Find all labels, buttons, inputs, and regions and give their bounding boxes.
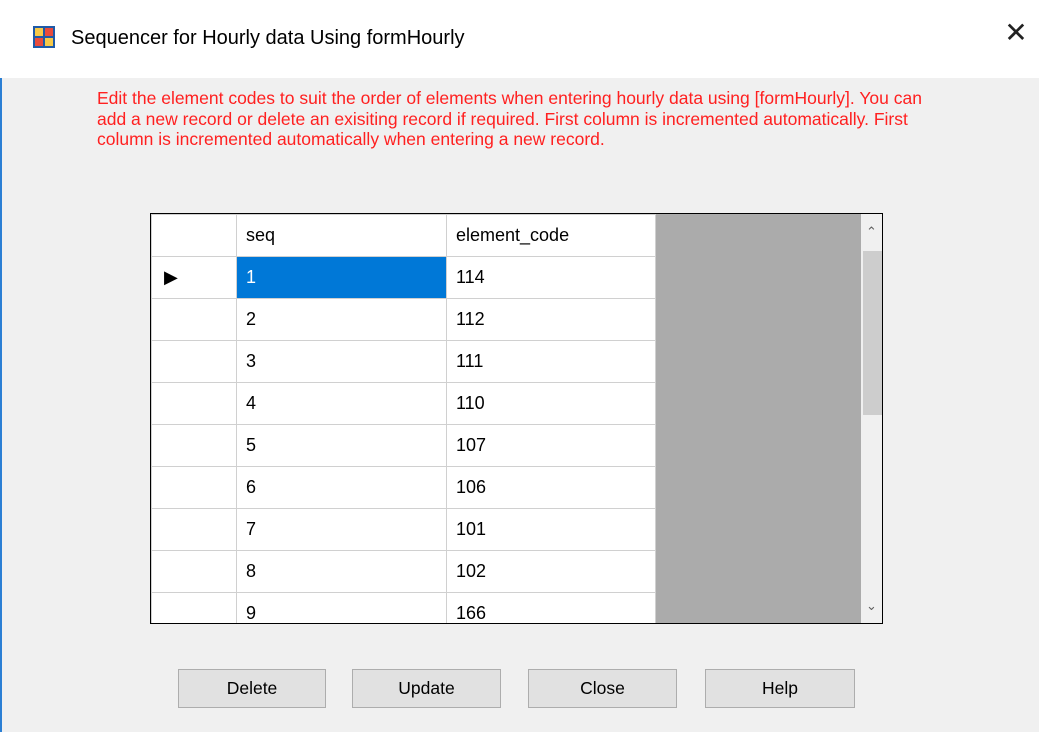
row-header[interactable] (151, 592, 237, 623)
element-code-cell[interactable]: 111 (446, 340, 656, 383)
row-header[interactable] (151, 298, 237, 341)
seq-cell[interactable]: 2 (236, 298, 447, 341)
element-code-cell[interactable]: 166 (446, 592, 656, 623)
row-header[interactable] (151, 550, 237, 593)
column-header-element-code[interactable]: element_code (446, 214, 656, 257)
vertical-scrollbar[interactable]: ⌃ ⌄ (861, 214, 882, 623)
data-grid[interactable]: seq element_code ▶ 1 114 2 112 3 111 4 1… (150, 213, 883, 624)
help-button[interactable]: Help (705, 669, 855, 708)
seq-cell[interactable]: 9 (236, 592, 447, 623)
element-code-cell[interactable]: 102 (446, 550, 656, 593)
table-row[interactable]: 6 106 (151, 466, 656, 509)
row-header[interactable] (151, 340, 237, 383)
table-row[interactable]: 8 102 (151, 550, 656, 593)
current-row-indicator-icon[interactable]: ▶ (151, 256, 237, 299)
row-header[interactable] (151, 424, 237, 467)
element-code-cell[interactable]: 110 (446, 382, 656, 425)
close-window-button[interactable]: ✕ (993, 10, 1039, 56)
scroll-down-icon[interactable]: ⌄ (861, 595, 882, 616)
row-header[interactable] (151, 508, 237, 551)
grid-table: seq element_code ▶ 1 114 2 112 3 111 4 1… (151, 214, 656, 623)
table-row[interactable]: 3 111 (151, 340, 656, 383)
table-row[interactable]: 4 110 (151, 382, 656, 425)
scrollbar-thumb[interactable] (863, 251, 882, 415)
element-code-cell[interactable]: 112 (446, 298, 656, 341)
row-header[interactable] (151, 382, 237, 425)
seq-cell[interactable]: 3 (236, 340, 447, 383)
title-bar: Sequencer for Hourly data Using formHour… (0, 0, 1039, 78)
element-code-cell[interactable]: 101 (446, 508, 656, 551)
seq-cell[interactable]: 6 (236, 466, 447, 509)
row-header[interactable] (151, 466, 237, 509)
app-icon (33, 26, 55, 48)
seq-cell[interactable]: 4 (236, 382, 447, 425)
seq-cell[interactable]: 5 (236, 424, 447, 467)
table-row[interactable]: ▶ 1 114 (151, 256, 656, 299)
seq-cell[interactable]: 8 (236, 550, 447, 593)
table-row[interactable]: 9 166 (151, 592, 656, 623)
seq-cell[interactable]: 1 (236, 256, 447, 299)
update-button[interactable]: Update (352, 669, 501, 708)
scroll-up-icon[interactable]: ⌃ (861, 221, 882, 242)
window-title: Sequencer for Hourly data Using formHour… (71, 27, 465, 49)
element-code-cell[interactable]: 107 (446, 424, 656, 467)
seq-cell[interactable]: 7 (236, 508, 447, 551)
delete-button[interactable]: Delete (178, 669, 326, 708)
close-button[interactable]: Close (528, 669, 677, 708)
description-text: Edit the element codes to suit the order… (97, 88, 922, 149)
element-code-cell[interactable]: 114 (446, 256, 656, 299)
header-row: seq element_code (151, 214, 656, 257)
table-row[interactable]: 5 107 (151, 424, 656, 467)
row-header-corner[interactable] (151, 214, 237, 257)
column-header-seq[interactable]: seq (236, 214, 447, 257)
table-row[interactable]: 2 112 (151, 298, 656, 341)
window-border (0, 0, 2, 732)
table-row[interactable]: 7 101 (151, 508, 656, 551)
element-code-cell[interactable]: 106 (446, 466, 656, 509)
